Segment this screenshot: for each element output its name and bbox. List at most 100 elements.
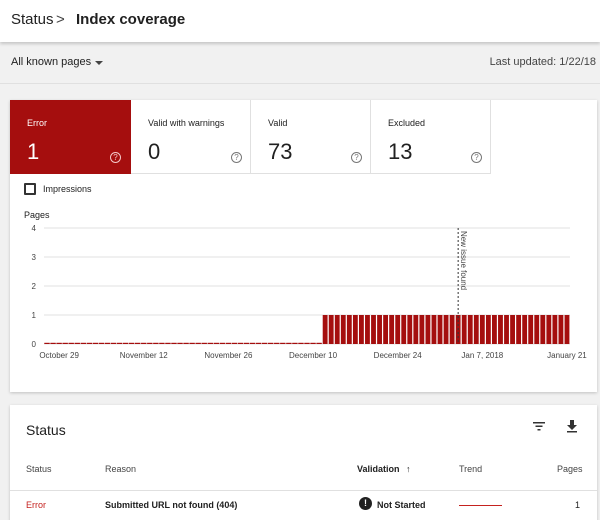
table-row[interactable]: Error Submitted URL not found (404) ! No… [10, 490, 597, 516]
chart-bar [80, 342, 87, 344]
chart-bar [498, 315, 503, 344]
chart-y-tick-label: 1 [32, 311, 37, 320]
chart-bar [147, 342, 153, 344]
chart-bar [213, 342, 220, 344]
chart-bar [371, 315, 376, 344]
chart-bar [492, 315, 497, 344]
chart-bar [389, 315, 395, 344]
filter-icon[interactable] [532, 419, 546, 433]
chart-bar [564, 315, 570, 344]
chart-bar [528, 315, 534, 344]
chart-bar [62, 342, 68, 344]
tile-label: Error [27, 118, 47, 128]
tile-excluded[interactable]: Excluded 13 ? [371, 100, 491, 174]
last-updated: Last updated: 1/22/18 [489, 56, 596, 68]
chart-bar [268, 342, 274, 344]
chart-bar [328, 315, 334, 344]
tile-error[interactable]: Error 1 ? [10, 100, 131, 174]
chart-bar [437, 315, 443, 344]
chart-x-tick-label: November 26 [204, 351, 253, 360]
chart-bar [358, 315, 364, 344]
chart-bar [546, 315, 552, 344]
dropdown-caret-icon [95, 61, 103, 65]
filter-bar: All known pages Last updated: 1/22/18 [0, 42, 600, 84]
help-icon[interactable]: ? [471, 152, 482, 163]
chart-bar [165, 342, 171, 344]
chart-bar [225, 342, 232, 344]
column-validation[interactable]: Validation ↑ [357, 464, 411, 474]
chart-bar [249, 342, 256, 344]
chart-y-tick-label: 3 [32, 253, 37, 262]
tile-valid-with-warnings[interactable]: Valid with warnings 0 ? [131, 100, 251, 174]
chart-bar [552, 315, 558, 344]
annotation-label: New issue found [459, 231, 468, 290]
chart-bar [504, 315, 509, 344]
chart-bar [98, 342, 105, 344]
chart-bar [219, 342, 226, 344]
chart-y-tick-label: 2 [32, 282, 37, 291]
chart-x-tick-label: December 10 [289, 351, 338, 360]
status-table-card: Status Status Reason Validation ↑ Trend … [10, 405, 597, 520]
chart-bar [473, 315, 479, 344]
row-validation: Not Started [377, 500, 426, 510]
chart-bar [195, 342, 201, 344]
trend-sparkline [459, 505, 502, 506]
chart-bar [516, 315, 522, 344]
download-icon[interactable] [565, 419, 579, 433]
chart-bar [510, 315, 515, 344]
help-icon[interactable]: ? [231, 152, 242, 163]
chart-bar [419, 315, 425, 344]
chart-bar [467, 315, 473, 344]
checkbox-icon[interactable] [24, 183, 36, 195]
row-status: Error [26, 500, 46, 510]
chart-bar [304, 342, 310, 344]
chart-x-tick-label: Jan 7, 2018 [461, 351, 503, 360]
tile-label: Valid with warnings [148, 118, 225, 128]
chart-bar [74, 342, 80, 344]
help-icon[interactable]: ? [351, 152, 362, 163]
chart-bar [68, 342, 74, 344]
tile-value: 73 [268, 139, 293, 164]
chart-bar [274, 342, 280, 344]
tile-valid[interactable]: Valid 73 ? [251, 100, 371, 174]
column-pages[interactable]: Pages [557, 464, 583, 474]
chart-y-tick-label: 0 [32, 340, 37, 349]
column-trend[interactable]: Trend [459, 464, 482, 474]
column-reason[interactable]: Reason [105, 464, 136, 474]
chart-bar [310, 342, 316, 344]
column-status[interactable]: Status [26, 464, 52, 474]
chart-bar [401, 315, 407, 344]
chart-bar [413, 315, 419, 344]
chart-bar [122, 342, 129, 344]
sort-arrow-icon: ↑ [406, 464, 411, 474]
pages-filter-dropdown[interactable]: All known pages [11, 56, 103, 68]
help-icon[interactable]: ? [110, 152, 121, 163]
chart-bar [352, 315, 358, 344]
row-pages: 1 [575, 500, 581, 510]
chart-bar [340, 315, 346, 344]
chart-bar [292, 342, 298, 344]
chart-bar [104, 342, 111, 344]
chart-bar [377, 315, 382, 344]
chart-bar [534, 315, 540, 344]
chart-y-tick-label: 4 [32, 224, 37, 233]
tile-value: 1 [27, 139, 40, 164]
page-title: Index coverage [76, 11, 186, 28]
pages-filter-label: All known pages [11, 56, 92, 68]
chart-bar [50, 342, 56, 344]
chart-bar [407, 315, 413, 344]
chart-bar [425, 315, 431, 344]
chart-bar [153, 342, 159, 344]
chart-bar [255, 342, 262, 344]
chart-bar [298, 342, 304, 344]
chart-bar [286, 342, 292, 344]
breadcrumb-status[interactable]: Status [11, 11, 54, 28]
chart-bar [116, 342, 123, 344]
chart-bar [92, 342, 99, 344]
chart-bar [316, 342, 322, 344]
chart-bar [171, 342, 177, 344]
chart-bar [395, 315, 401, 344]
chart-bar [86, 342, 93, 344]
chart-x-tick-label: October 29 [39, 351, 79, 360]
chart-bar [159, 342, 165, 344]
